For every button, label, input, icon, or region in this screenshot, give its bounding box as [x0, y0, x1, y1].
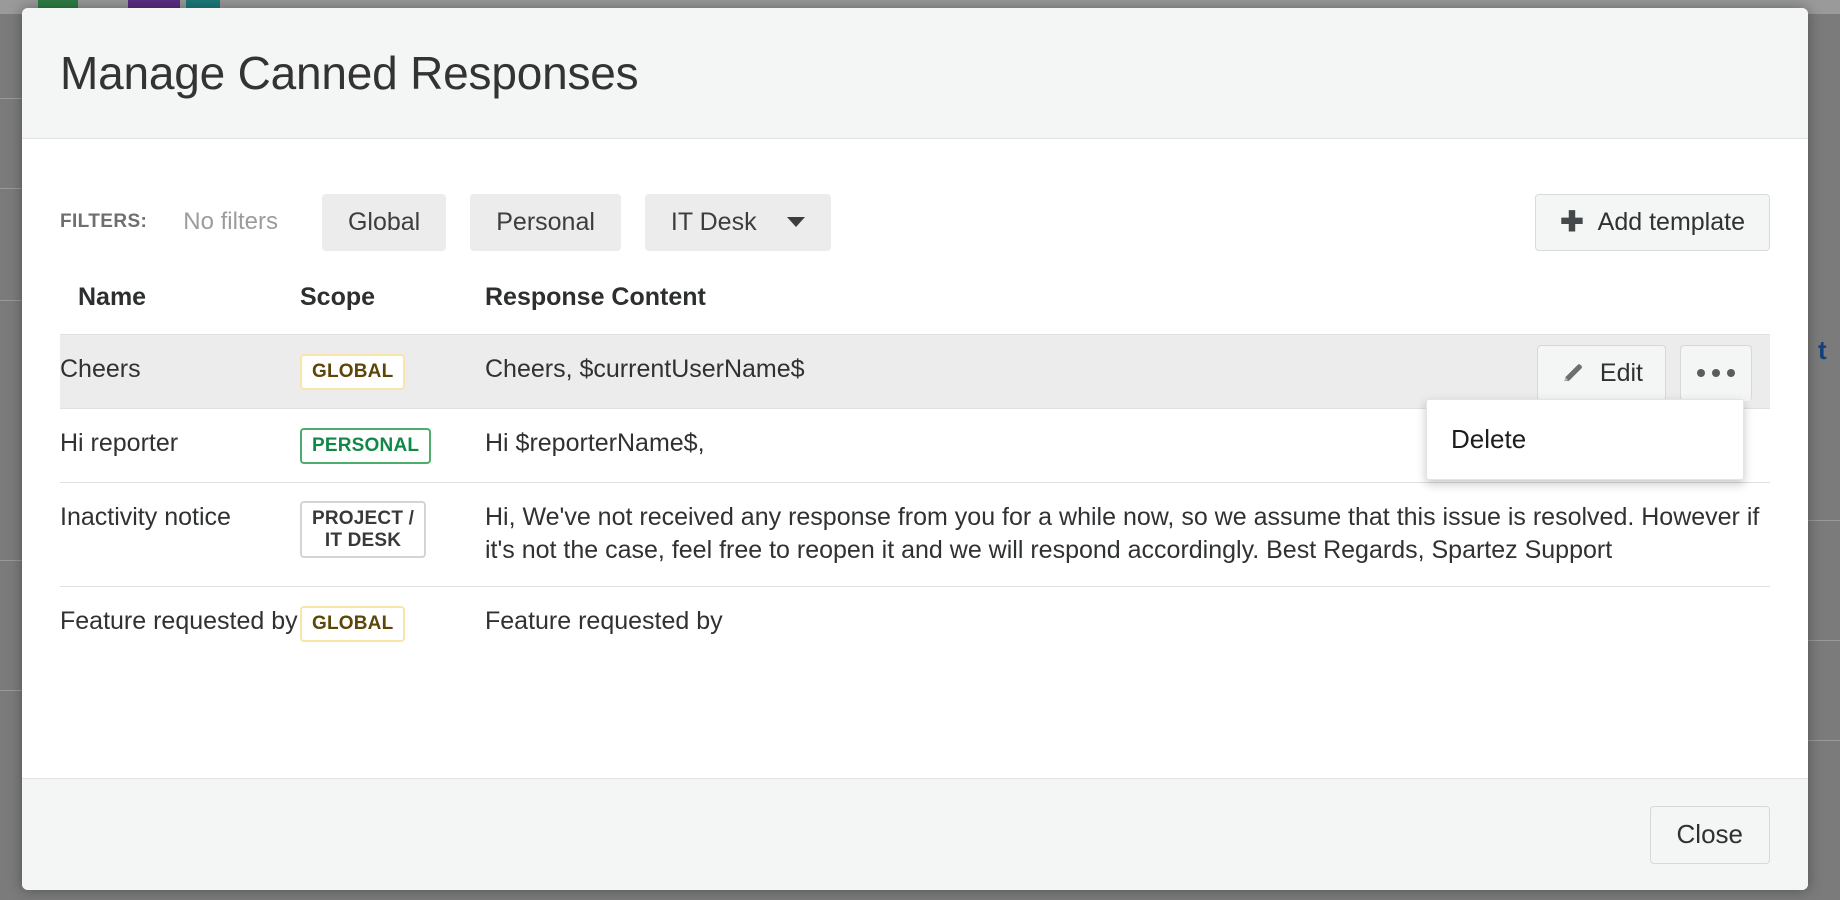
cell-name: Feature requested by — [60, 585, 300, 660]
manage-canned-responses-dialog: Manage Canned Responses FILTERS: No filt… — [22, 8, 1808, 890]
filters-label: FILTERS: — [60, 211, 148, 232]
cell-scope: PROJECT / IT DESK — [300, 481, 485, 587]
cell-content: Feature requested by — [485, 585, 1770, 660]
backdrop-rule — [1808, 520, 1840, 521]
cell-content: Hi, We've not received any response from… — [485, 481, 1770, 587]
filter-chip-global[interactable]: Global — [321, 193, 447, 251]
column-header-name: Name — [78, 283, 147, 311]
canned-responses-table: Name Scope Response Content Cheers GLOBA… — [60, 273, 1770, 660]
ellipsis-icon — [1697, 369, 1705, 377]
column-header-scope: Scope — [300, 283, 376, 311]
row-actions-menu: Delete — [1426, 399, 1744, 480]
ellipsis-icon — [1712, 369, 1720, 377]
add-template-label: Add template — [1597, 207, 1745, 236]
add-template-button[interactable]: ✚ Add template — [1535, 193, 1770, 251]
cell-name: Hi reporter — [60, 407, 300, 483]
table-row[interactable]: Cheers GLOBAL Cheers, $currentUserName$ … — [60, 334, 1770, 480]
status-badge: PROJECT / IT DESK — [300, 500, 427, 559]
dialog-body: FILTERS: No filters Global Personal IT D… — [22, 139, 1808, 778]
status-badge: GLOBAL — [300, 354, 406, 390]
filter-chip-project-label: IT Desk — [670, 207, 757, 236]
chevron-down-icon — [786, 217, 805, 227]
cell-scope: GLOBAL — [300, 585, 485, 660]
edit-button[interactable]: Edit — [1536, 345, 1666, 401]
status-badge: GLOBAL — [300, 605, 406, 642]
backdrop-rule — [0, 560, 22, 561]
table-row[interactable]: Feature requested by GLOBAL Feature requ… — [60, 585, 1770, 660]
close-button[interactable]: Close — [1649, 805, 1770, 864]
filter-chip-project-dropdown[interactable]: IT Desk — [644, 193, 831, 251]
cell-name: Cheers — [60, 334, 300, 409]
more-actions-button[interactable] — [1680, 345, 1752, 401]
cell-name: Inactivity notice — [60, 481, 300, 587]
cell-scope: GLOBAL — [300, 334, 485, 409]
backdrop-rule — [0, 300, 22, 301]
ellipsis-icon — [1727, 369, 1735, 377]
backdrop-rule — [0, 188, 22, 189]
dialog-footer: Close — [22, 778, 1808, 890]
row-actions: Edit — [1536, 345, 1752, 401]
filter-chip-personal-label: Personal — [496, 207, 595, 236]
menu-item-delete[interactable]: Delete — [1427, 410, 1743, 469]
table-row[interactable]: Inactivity notice PROJECT / IT DESK Hi, … — [60, 481, 1770, 587]
backdrop-rule — [0, 98, 22, 99]
backdrop-rule — [1808, 740, 1840, 741]
page-title: Manage Canned Responses — [60, 47, 639, 99]
dialog-header: Manage Canned Responses — [22, 8, 1808, 139]
filter-chip-personal[interactable]: Personal — [470, 193, 621, 251]
filter-chip-global-label: Global — [347, 207, 421, 236]
plus-icon: ✚ — [1560, 206, 1584, 237]
cell-scope: PERSONAL — [300, 407, 485, 483]
cell-content: Cheers, $currentUserName$ — [485, 334, 1450, 409]
pencil-icon — [1560, 360, 1586, 386]
backdrop-rule — [1808, 640, 1840, 641]
table-header-row: Name Scope Response Content — [60, 273, 1770, 335]
edit-button-label: Edit — [1599, 358, 1643, 387]
backdrop-rule — [0, 690, 22, 691]
status-badge: PERSONAL — [300, 427, 432, 464]
backdrop-text-fragment: t — [1818, 335, 1827, 365]
filter-bar: FILTERS: No filters Global Personal IT D… — [60, 191, 1770, 253]
column-header-response-content: Response Content — [485, 283, 706, 311]
filters-status-text: No filters — [183, 208, 278, 235]
cell-actions: Edit Delete — [1426, 334, 1770, 480]
